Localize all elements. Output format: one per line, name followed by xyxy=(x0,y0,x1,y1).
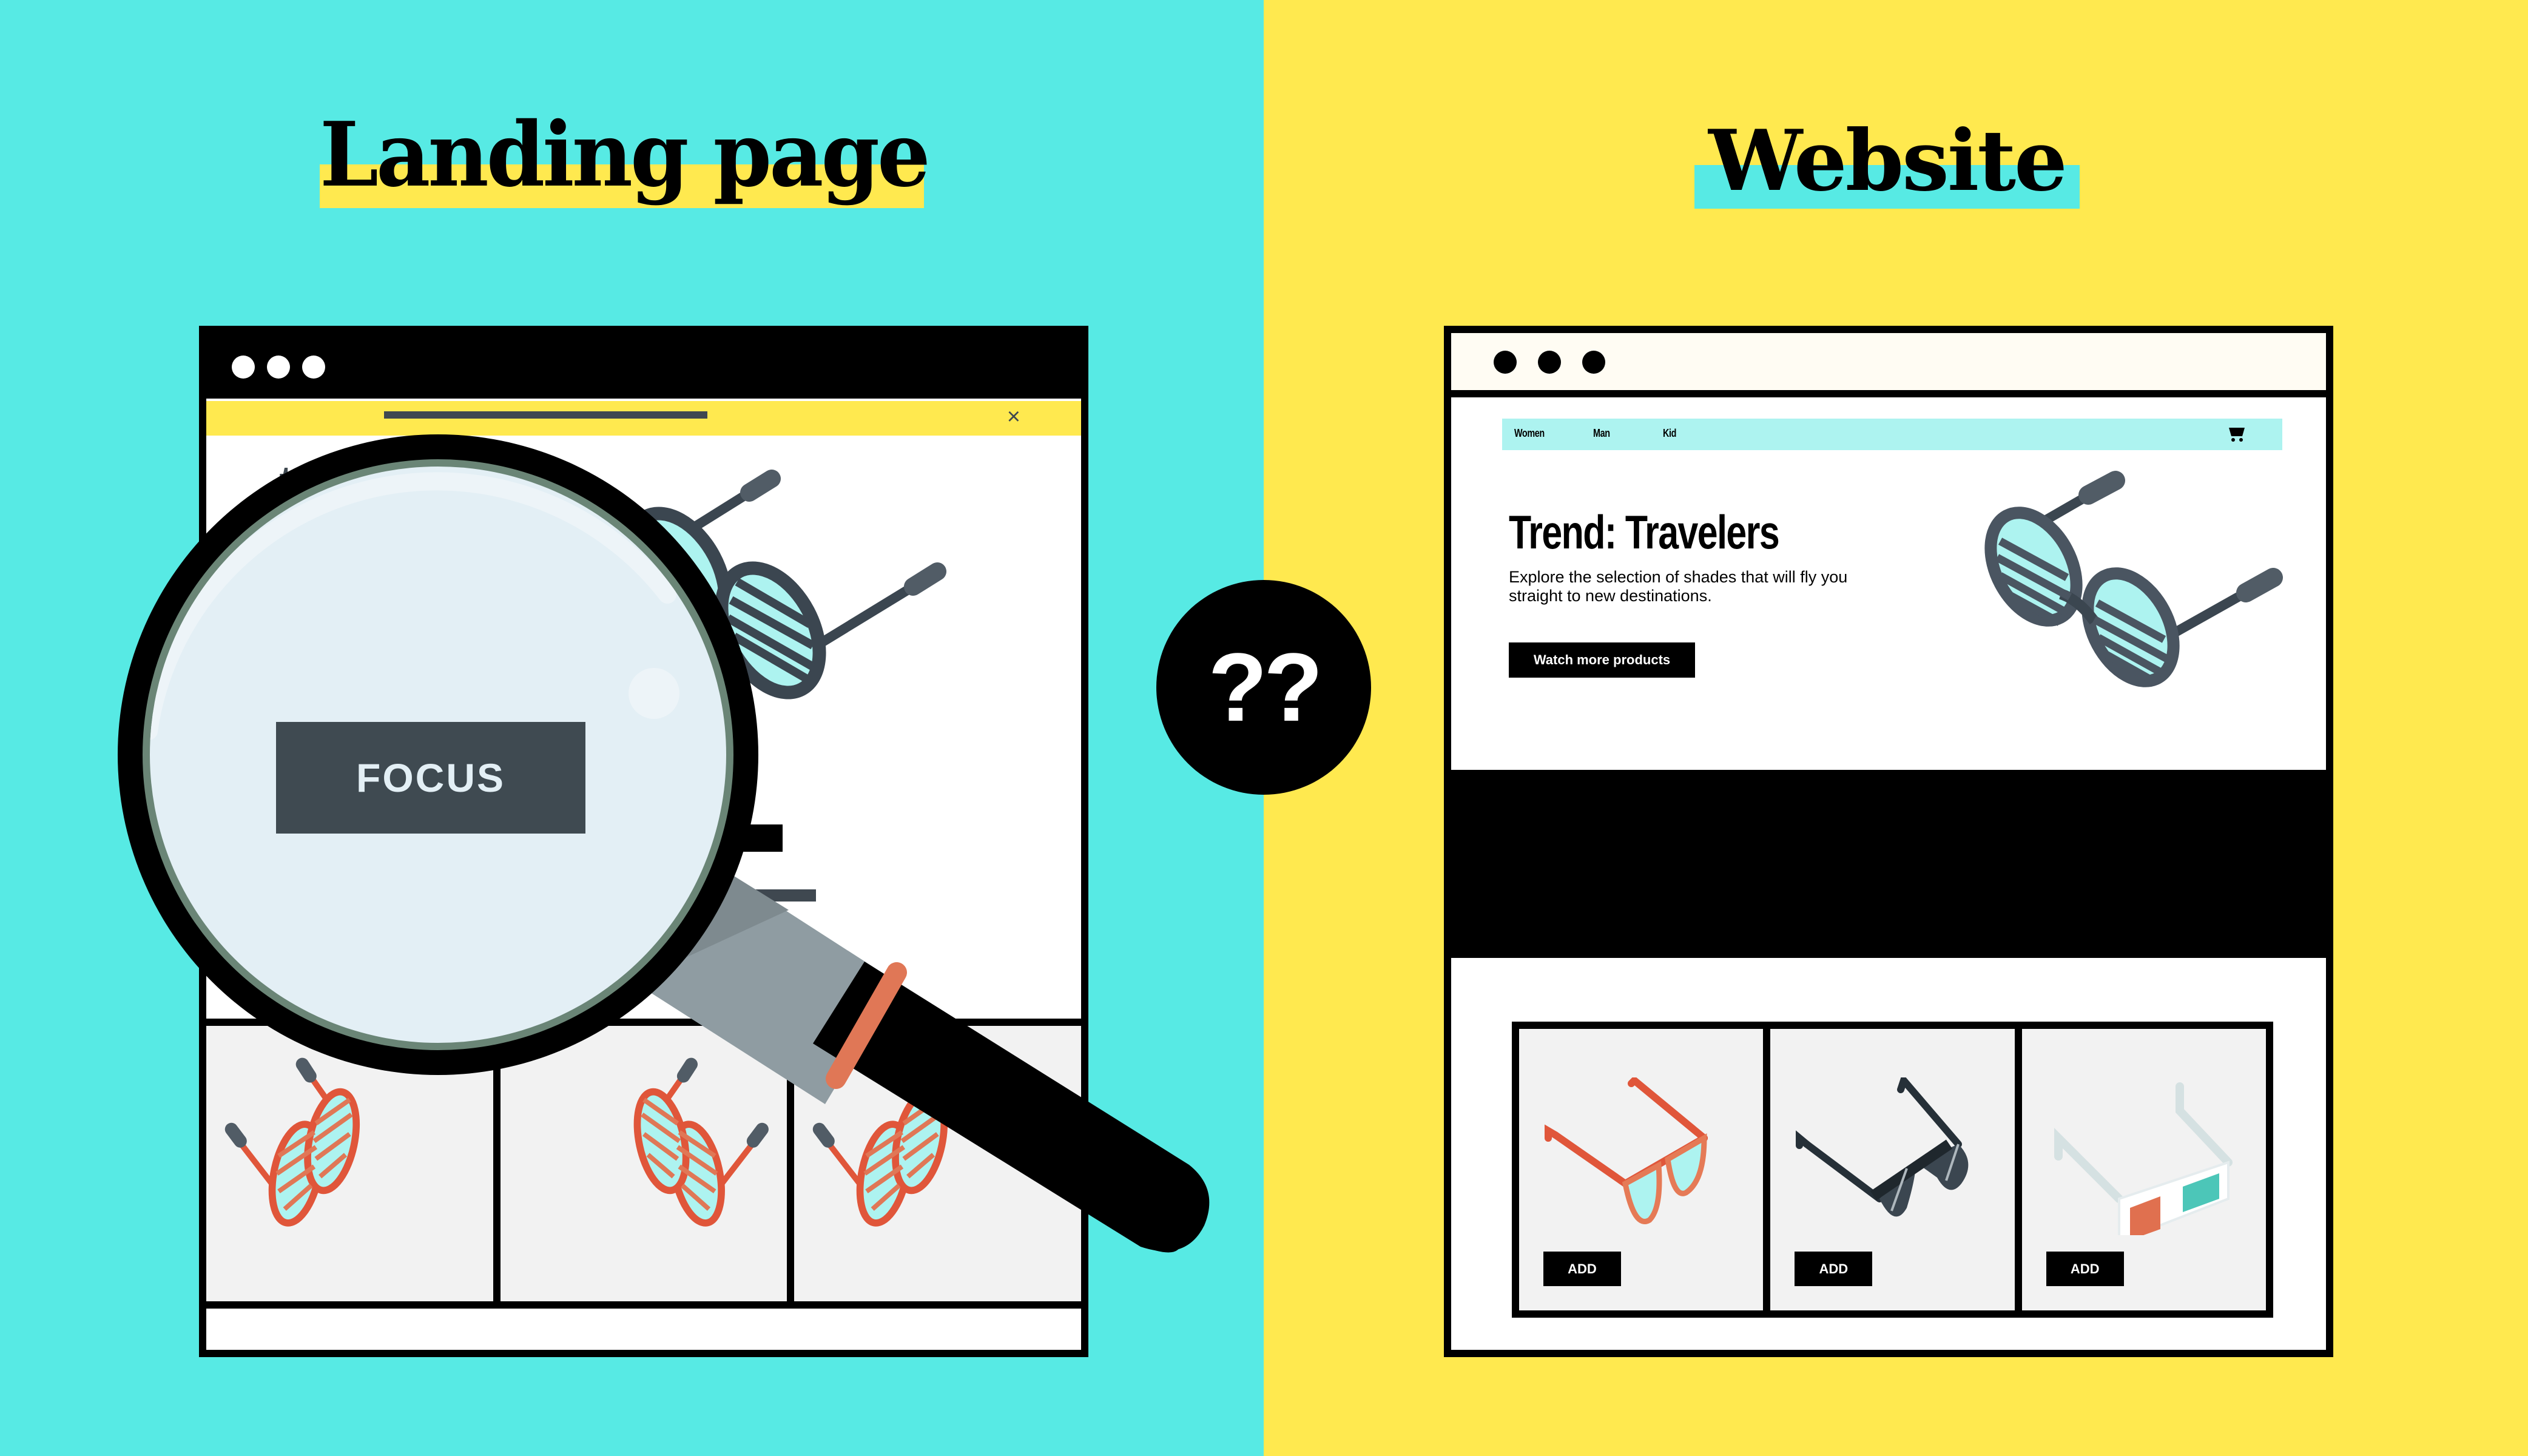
site-navigation: Women Man Kid xyxy=(1502,419,2282,450)
glasses-lens xyxy=(633,1088,690,1195)
question-badge: ?? xyxy=(1156,580,1371,795)
landing-page-title: Landing page xyxy=(320,102,931,207)
window-dot-icon xyxy=(1582,351,1605,374)
website-title: Website xyxy=(1708,111,2068,210)
window-dot-icon xyxy=(302,356,325,379)
cart-icon[interactable] xyxy=(2228,426,2246,442)
nav-item-man[interactable]: Man xyxy=(1593,427,1610,440)
lens-glare-dot xyxy=(629,668,679,719)
website-browser-window: Women Man Kid Trend: Travelers Explore t… xyxy=(1444,326,2333,1357)
product-card: ADD xyxy=(1519,1029,1764,1310)
nav-item-kid[interactable]: Kid xyxy=(1663,427,1676,440)
focus-label: FOCUS xyxy=(276,722,585,834)
glasses-tip xyxy=(676,1057,698,1083)
3d-glasses-icon xyxy=(2054,1082,2233,1235)
browser-titlebar xyxy=(206,333,1081,399)
window-dot-icon xyxy=(232,356,255,379)
add-to-cart-button[interactable]: ADD xyxy=(2046,1252,2124,1286)
window-dot-icon xyxy=(1494,351,1517,374)
striped-round-glasses-icon xyxy=(1984,471,2283,687)
add-to-cart-button[interactable]: ADD xyxy=(1543,1252,1621,1286)
window-dot-icon xyxy=(267,356,290,379)
orange-glasses-icon xyxy=(1545,1077,1708,1224)
watch-more-products-button[interactable]: Watch more products xyxy=(1509,642,1695,678)
hero-description: Explore the selection of shades that wil… xyxy=(1509,568,1848,605)
product-card: ADD xyxy=(1770,1029,2015,1310)
product-card[interactable] xyxy=(493,1026,787,1301)
hero-title: Trend: Travelers xyxy=(1509,505,1780,559)
browser-titlebar xyxy=(1451,333,2326,397)
glasses-tip xyxy=(295,1057,317,1083)
add-to-cart-button[interactable]: ADD xyxy=(1795,1252,1873,1286)
glasses-lens xyxy=(304,1088,360,1195)
striped-round-glasses-icon xyxy=(633,1057,769,1227)
product-grid: ADD ADD ADD xyxy=(1512,1022,2273,1318)
black-sunglasses-icon xyxy=(1796,1077,1969,1217)
window-dot-icon xyxy=(1538,351,1561,374)
glasses-tip xyxy=(813,1122,835,1148)
close-icon[interactable]: × xyxy=(1007,405,1020,429)
landing-page-heading: Landing page xyxy=(320,102,931,212)
hero-banner-block xyxy=(1451,770,2326,958)
announcement-banner: × xyxy=(206,401,1081,436)
website-heading: Website xyxy=(1694,109,2080,212)
product-card: ADD xyxy=(2021,1029,2266,1310)
glasses-tip xyxy=(746,1122,769,1148)
nav-item-women[interactable]: Women xyxy=(1514,427,1545,440)
glasses-tip xyxy=(224,1122,247,1148)
banner-text-placeholder xyxy=(384,411,707,419)
